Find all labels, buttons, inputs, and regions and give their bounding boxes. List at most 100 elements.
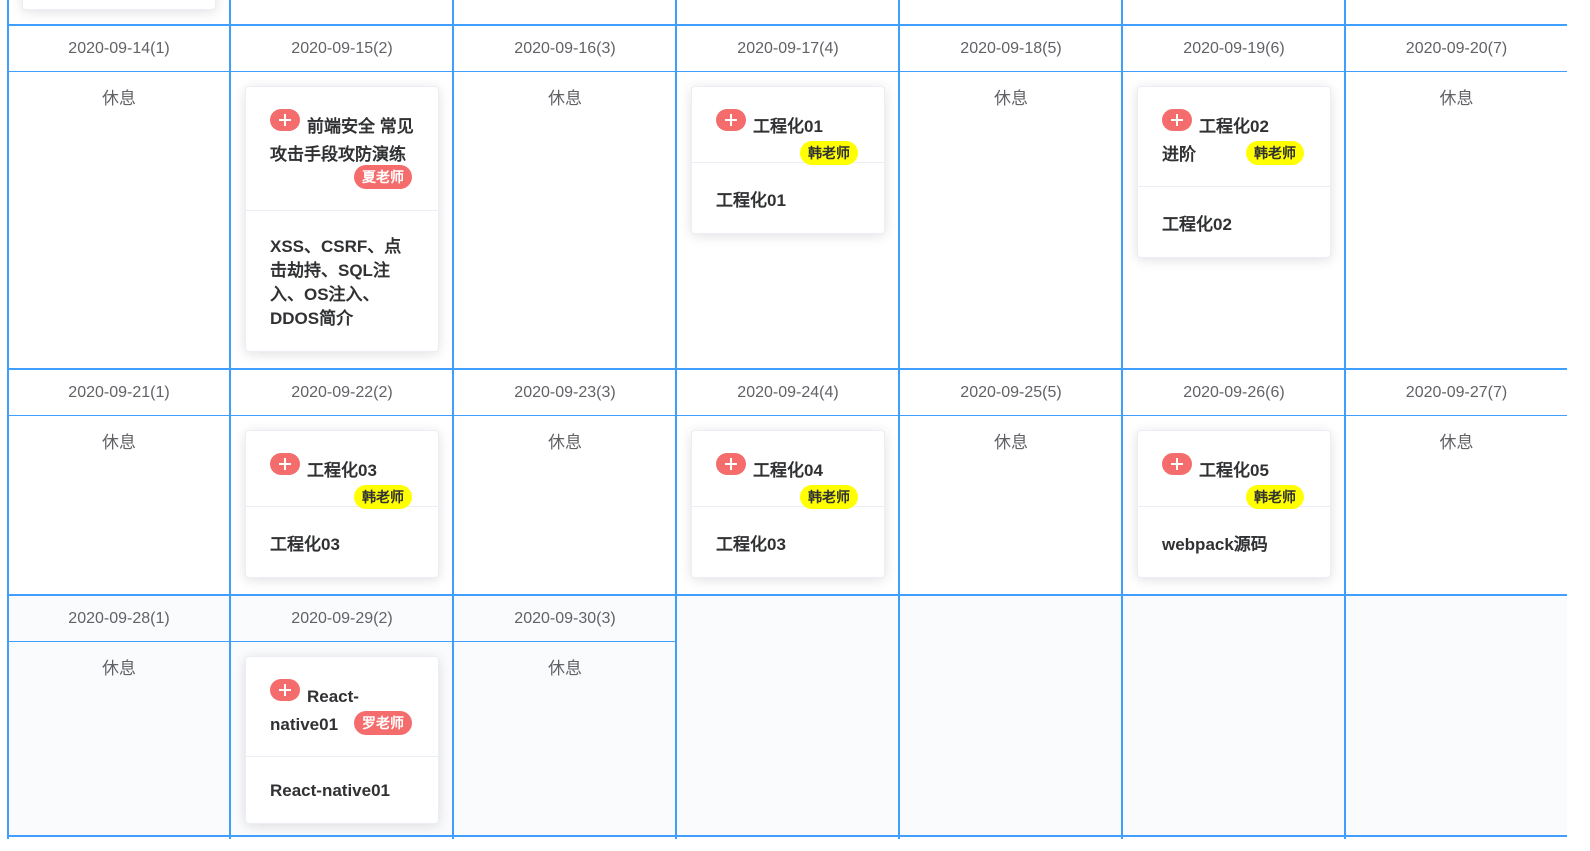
course-card-header: 工程化04 韩老师 (692, 431, 884, 509)
grid-line (8, 835, 1567, 837)
grid-line (1121, 0, 1123, 839)
calendar-cell: 2020-09-25(5) 休息 (900, 370, 1122, 594)
date-header: 2020-09-22(2) (231, 370, 453, 416)
grid-line (675, 0, 677, 839)
add-icon[interactable] (716, 109, 746, 131)
course-title: 工程化03 (270, 453, 414, 485)
add-icon[interactable] (270, 109, 300, 131)
date-header: 2020-09-19(6) (1123, 26, 1345, 72)
rest-label: 休息 (102, 659, 136, 678)
course-card[interactable]: 工程化03 韩老师 工程化03 (245, 430, 439, 578)
course-card[interactable]: 工程化02 进阶 韩老师 工程化02 (1137, 86, 1331, 258)
rest-label: 休息 (548, 659, 582, 678)
course-title-text: 工程化04 (753, 461, 823, 480)
calendar-cell: 2020-09-28(1) 休息 (8, 596, 230, 837)
course-title: 工程化04 (716, 453, 860, 485)
calendar-cell-partial (8, 0, 230, 24)
calendar-cell: 2020-09-20(7) 休息 (1346, 26, 1567, 368)
date-header: 2020-09-21(1) (8, 370, 230, 416)
grid-line (229, 0, 231, 839)
course-card-header: 工程化03 韩老师 (246, 431, 438, 509)
grid-line (898, 0, 900, 839)
calendar-cell: 2020-09-23(3) 休息 (454, 370, 676, 594)
add-icon[interactable] (1162, 109, 1192, 131)
add-icon[interactable] (270, 453, 300, 475)
teacher-tag: 韩老师 (1246, 485, 1304, 509)
course-card-header: 工程化05 韩老师 (1138, 431, 1330, 509)
teacher-tag: 韩老师 (354, 485, 412, 509)
course-content: 工程化02 (1162, 215, 1232, 234)
date-header: 2020-09-25(5) (900, 370, 1122, 416)
course-title-text: 工程化03 (307, 461, 377, 480)
date-header: 2020-09-24(4) (677, 370, 899, 416)
calendar-cell-empty (677, 596, 899, 837)
rest-label: 休息 (548, 89, 582, 108)
course-card[interactable]: 工程化05 韩老师 webpack源码 (1137, 430, 1331, 578)
date-header: 2020-09-23(3) (454, 370, 676, 416)
calendar-cell-empty (900, 596, 1122, 837)
course-card-partial[interactable] (22, 0, 216, 10)
date-header: 2020-09-29(2) (231, 596, 453, 642)
calendar-cell-empty (1346, 596, 1567, 837)
course-content: 工程化03 (270, 535, 340, 554)
date-header: 2020-09-15(2) (231, 26, 453, 72)
grid-line (452, 0, 454, 839)
calendar-cell: 2020-09-24(4) 工程化04 韩老师 工程化03 (677, 370, 899, 594)
course-card[interactable]: 前端安全 常见攻击手段攻防演练 夏老师 XSS、CSRF、点击劫持、SQL注入、… (245, 86, 439, 352)
teacher-tag: 罗老师 (354, 711, 412, 735)
course-card[interactable]: React-native01 罗老师 React-native01 (245, 656, 439, 824)
date-header: 2020-09-26(6) (1123, 370, 1345, 416)
calendar-cell: 2020-09-21(1) 休息 (8, 370, 230, 594)
add-icon[interactable] (270, 679, 300, 701)
teacher-tag: 韩老师 (800, 141, 858, 165)
grid-line (8, 24, 1567, 26)
course-title-text: 工程化05 (1199, 461, 1269, 480)
course-content: XSS、CSRF、点击劫持、SQL注入、OS注入、DDOS简介 (270, 237, 402, 328)
date-header: 2020-09-14(1) (8, 26, 230, 72)
course-card[interactable]: 工程化01 韩老师 工程化01 (691, 86, 885, 234)
rest-label: 休息 (1439, 433, 1474, 452)
rest-label: 休息 (994, 89, 1028, 108)
course-content: 工程化03 (716, 535, 786, 554)
calendar-cell: 2020-09-14(1) 休息 (8, 26, 230, 368)
date-header: 2020-09-28(1) (8, 596, 230, 642)
course-card-header: 工程化01 韩老师 (692, 87, 884, 165)
grid-line (8, 594, 1567, 596)
date-header: 2020-09-17(4) (677, 26, 899, 72)
course-card-header: React-native01 罗老师 (246, 657, 438, 757)
calendar-cell: 2020-09-22(2) 工程化03 韩老师 工程化03 (231, 370, 453, 594)
calendar-cell: 2020-09-15(2) 前端安全 常见攻击手段攻防演练 夏老师 XSS、CS… (231, 26, 453, 368)
add-icon[interactable] (1162, 453, 1192, 475)
rest-label: 休息 (1439, 89, 1474, 108)
grid-line (1344, 0, 1346, 839)
calendar-cell: 2020-09-26(6) 工程化05 韩老师 webpack源码 (1123, 370, 1345, 594)
teacher-tag: 韩老师 (800, 485, 858, 509)
rest-label: 休息 (994, 433, 1028, 452)
course-title: 工程化05 (1162, 453, 1306, 485)
course-title-text: 工程化01 (753, 117, 823, 136)
rest-label: 休息 (102, 433, 136, 452)
grid-line (8, 368, 1567, 370)
date-header: 2020-09-20(7) (1346, 26, 1567, 72)
calendar-cell: 2020-09-30(3) 休息 (454, 596, 676, 837)
teacher-tag: 夏老师 (354, 165, 412, 189)
calendar-cell: 2020-09-27(7) 休息 (1346, 370, 1567, 594)
rest-label: 休息 (102, 89, 136, 108)
course-content: React-native01 (270, 781, 391, 800)
add-icon[interactable] (716, 453, 746, 475)
teacher-tag: 韩老师 (1246, 141, 1304, 165)
course-title: 前端安全 常见攻击手段攻防演练 (270, 109, 414, 169)
calendar-cell: 2020-09-16(3) 休息 (454, 26, 676, 368)
date-header: 2020-09-18(5) (900, 26, 1122, 72)
calendar-cell: 2020-09-29(2) React-native01 罗老师 React-n… (231, 596, 453, 837)
date-header: 2020-09-16(3) (454, 26, 676, 72)
rest-label: 休息 (548, 433, 582, 452)
course-card-header: 前端安全 常见攻击手段攻防演练 夏老师 (246, 87, 438, 211)
course-card[interactable]: 工程化04 韩老师 工程化03 (691, 430, 885, 578)
course-content: webpack源码 (1162, 535, 1268, 554)
course-calendar: 2020-09-14(1) 休息 2020-09-15(2) 前端安全 常见攻击… (7, 0, 1567, 839)
calendar-cell: 2020-09-17(4) 工程化01 韩老师 工程化01 (677, 26, 899, 368)
course-content: 工程化01 (716, 191, 786, 210)
date-header: 2020-09-27(7) (1346, 370, 1567, 416)
date-header: 2020-09-30(3) (454, 596, 676, 642)
